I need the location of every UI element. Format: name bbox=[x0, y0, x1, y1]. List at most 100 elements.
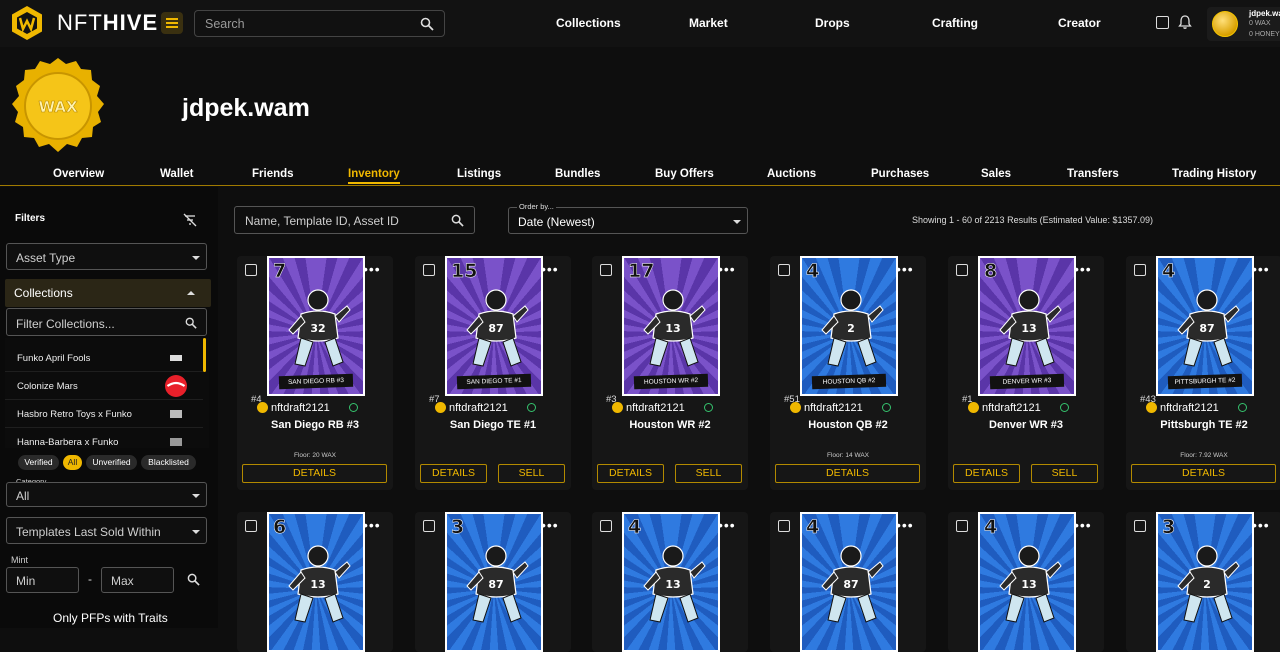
asset-image[interactable]: 7 32 SAN DIEGO RB #3 bbox=[267, 256, 365, 396]
asset-card[interactable]: ••• 3 87 bbox=[415, 512, 571, 652]
templates-last-sold-select[interactable]: Templates Last Sold Within bbox=[6, 517, 207, 544]
asset-card[interactable]: ••• 15 87 SAN DIEGO TE #1 #7 nftdraft212… bbox=[415, 256, 571, 490]
search-icon[interactable] bbox=[187, 573, 200, 586]
asset-card[interactable]: ••• 8 13 DENVER WR #3 #1 nftdraft2121 De… bbox=[948, 256, 1104, 490]
sell-button[interactable]: SELL bbox=[498, 464, 565, 483]
asset-card[interactable]: ••• 3 2 bbox=[1126, 512, 1280, 652]
account-avatar[interactable] bbox=[1212, 11, 1238, 37]
tab-buy-offers[interactable]: Buy Offers bbox=[655, 168, 714, 180]
details-button[interactable]: DETAILS bbox=[1131, 464, 1276, 483]
details-button[interactable]: DETAILS bbox=[420, 464, 487, 483]
details-button[interactable]: DETAILS bbox=[953, 464, 1020, 483]
category-select[interactable]: All bbox=[6, 482, 207, 507]
asset-card[interactable]: ••• 6 13 bbox=[237, 512, 393, 652]
asset-type-select[interactable]: Asset Type bbox=[6, 243, 207, 270]
mint-min-input[interactable]: Min bbox=[6, 567, 79, 593]
chip-blacklisted[interactable]: Blacklisted bbox=[141, 455, 196, 470]
asset-image[interactable]: 15 87 SAN DIEGO TE #1 bbox=[445, 256, 543, 396]
inventory-search-input[interactable]: Name, Template ID, Asset ID bbox=[234, 206, 475, 234]
tab-auctions[interactable]: Auctions bbox=[767, 168, 816, 180]
global-search-input[interactable]: Search bbox=[194, 10, 445, 37]
tab-transfers[interactable]: Transfers bbox=[1067, 168, 1119, 180]
more-options-icon[interactable]: ••• bbox=[718, 517, 736, 533]
collection-name[interactable]: nftdraft2121 bbox=[449, 402, 508, 414]
mint-max-input[interactable]: Max bbox=[101, 567, 174, 593]
list-item[interactable]: Colonize Mars bbox=[5, 372, 203, 400]
nav-crafting[interactable]: Crafting bbox=[932, 16, 978, 30]
tab-friends[interactable]: Friends bbox=[252, 168, 294, 180]
select-checkbox[interactable] bbox=[1134, 520, 1146, 532]
select-checkbox[interactable] bbox=[778, 520, 790, 532]
more-options-icon[interactable]: ••• bbox=[718, 261, 736, 277]
nfthive-logo-icon[interactable] bbox=[9, 5, 45, 41]
asset-title[interactable]: San Diego TE #1 bbox=[415, 419, 571, 431]
collection-name[interactable]: nftdraft2121 bbox=[982, 402, 1041, 414]
asset-title[interactable]: San Diego RB #3 bbox=[237, 419, 393, 431]
collection-name[interactable]: nftdraft2121 bbox=[626, 402, 685, 414]
brand-name[interactable]: NFTHIVE bbox=[57, 10, 158, 36]
select-checkbox[interactable] bbox=[956, 264, 968, 276]
filter-collections-input[interactable]: Filter Collections... bbox=[6, 308, 207, 336]
select-checkbox[interactable] bbox=[600, 264, 612, 276]
list-item[interactable]: Hasbro Retro Toys x Funko bbox=[5, 400, 203, 428]
details-button[interactable]: DETAILS bbox=[242, 464, 387, 483]
asset-image[interactable]: 4 87 PITTSBURGH TE #2 bbox=[1156, 256, 1254, 396]
chip-unverified[interactable]: Unverified bbox=[86, 455, 137, 470]
asset-title[interactable]: Houston WR #2 bbox=[592, 419, 748, 431]
more-options-icon[interactable]: ••• bbox=[363, 261, 381, 277]
collection-name[interactable]: nftdraft2121 bbox=[271, 402, 330, 414]
nav-creator[interactable]: Creator bbox=[1058, 16, 1101, 30]
asset-image[interactable]: 4 13 bbox=[978, 512, 1076, 652]
asset-card[interactable]: ••• 17 13 HOUSTON WR #2 #3 nftdraft2121 … bbox=[592, 256, 748, 490]
more-options-icon[interactable]: ••• bbox=[363, 517, 381, 533]
collections-toggle[interactable]: Collections bbox=[5, 279, 211, 307]
order-by-select[interactable]: Order by... Date (Newest) bbox=[508, 202, 748, 234]
collection-name[interactable]: nftdraft2121 bbox=[804, 402, 863, 414]
asset-image[interactable]: 4 87 bbox=[800, 512, 898, 652]
details-button[interactable]: DETAILS bbox=[775, 464, 920, 483]
select-checkbox[interactable] bbox=[245, 520, 257, 532]
bell-icon[interactable] bbox=[1177, 14, 1193, 30]
more-options-icon[interactable]: ••• bbox=[896, 517, 914, 533]
select-checkbox[interactable] bbox=[245, 264, 257, 276]
select-checkbox[interactable] bbox=[600, 520, 612, 532]
search-icon[interactable] bbox=[451, 214, 464, 227]
tab-overview[interactable]: Overview bbox=[53, 168, 104, 180]
asset-image[interactable]: 4 13 bbox=[622, 512, 720, 652]
more-options-icon[interactable]: ••• bbox=[1074, 517, 1092, 533]
chip-verified[interactable]: Verified bbox=[18, 455, 59, 470]
chip-all[interactable]: All bbox=[63, 455, 82, 470]
asset-card[interactable]: ••• 4 87 PITTSBURGH TE #2 #43 nftdraft21… bbox=[1126, 256, 1280, 490]
collections-scrollbar[interactable] bbox=[203, 338, 206, 372]
tab-sales[interactable]: Sales bbox=[981, 168, 1011, 180]
more-options-icon[interactable]: ••• bbox=[1074, 261, 1092, 277]
asset-card[interactable]: ••• 4 13 bbox=[592, 512, 748, 652]
asset-title[interactable]: Houston QB #2 bbox=[770, 419, 926, 431]
select-mode-icon[interactable] bbox=[1156, 16, 1169, 29]
search-icon[interactable] bbox=[420, 17, 434, 31]
asset-image[interactable]: 6 13 bbox=[267, 512, 365, 652]
asset-image[interactable]: 3 87 bbox=[445, 512, 543, 652]
asset-image[interactable]: 8 13 DENVER WR #3 bbox=[978, 256, 1076, 396]
nav-market[interactable]: Market bbox=[689, 16, 728, 30]
more-options-icon[interactable]: ••• bbox=[1252, 261, 1270, 277]
nav-drops[interactable]: Drops bbox=[815, 16, 850, 30]
more-options-icon[interactable]: ••• bbox=[1252, 517, 1270, 533]
list-item[interactable]: Funko April Fools bbox=[5, 344, 203, 372]
asset-card[interactable]: ••• 4 2 HOUSTON QB #2 #51 nftdraft2121 H… bbox=[770, 256, 926, 490]
tab-listings[interactable]: Listings bbox=[457, 168, 501, 180]
search-icon[interactable] bbox=[185, 317, 197, 329]
asset-card[interactable]: ••• 7 32 SAN DIEGO RB #3 #4 nftdraft2121… bbox=[237, 256, 393, 490]
collection-name[interactable]: nftdraft2121 bbox=[1160, 402, 1219, 414]
list-item[interactable]: Hanna-Barbera x Funko bbox=[5, 428, 203, 448]
tab-bundles[interactable]: Bundles bbox=[555, 168, 600, 180]
tab-trading-history[interactable]: Trading History bbox=[1172, 168, 1256, 180]
tab-purchases[interactable]: Purchases bbox=[871, 168, 929, 180]
asset-title[interactable]: Pittsburgh TE #2 bbox=[1126, 419, 1280, 431]
asset-image[interactable]: 3 2 bbox=[1156, 512, 1254, 652]
more-options-icon[interactable]: ••• bbox=[541, 261, 559, 277]
tab-inventory[interactable]: Inventory bbox=[348, 168, 400, 184]
tab-wallet[interactable]: Wallet bbox=[160, 168, 193, 180]
select-checkbox[interactable] bbox=[1134, 264, 1146, 276]
more-options-icon[interactable]: ••• bbox=[896, 261, 914, 277]
